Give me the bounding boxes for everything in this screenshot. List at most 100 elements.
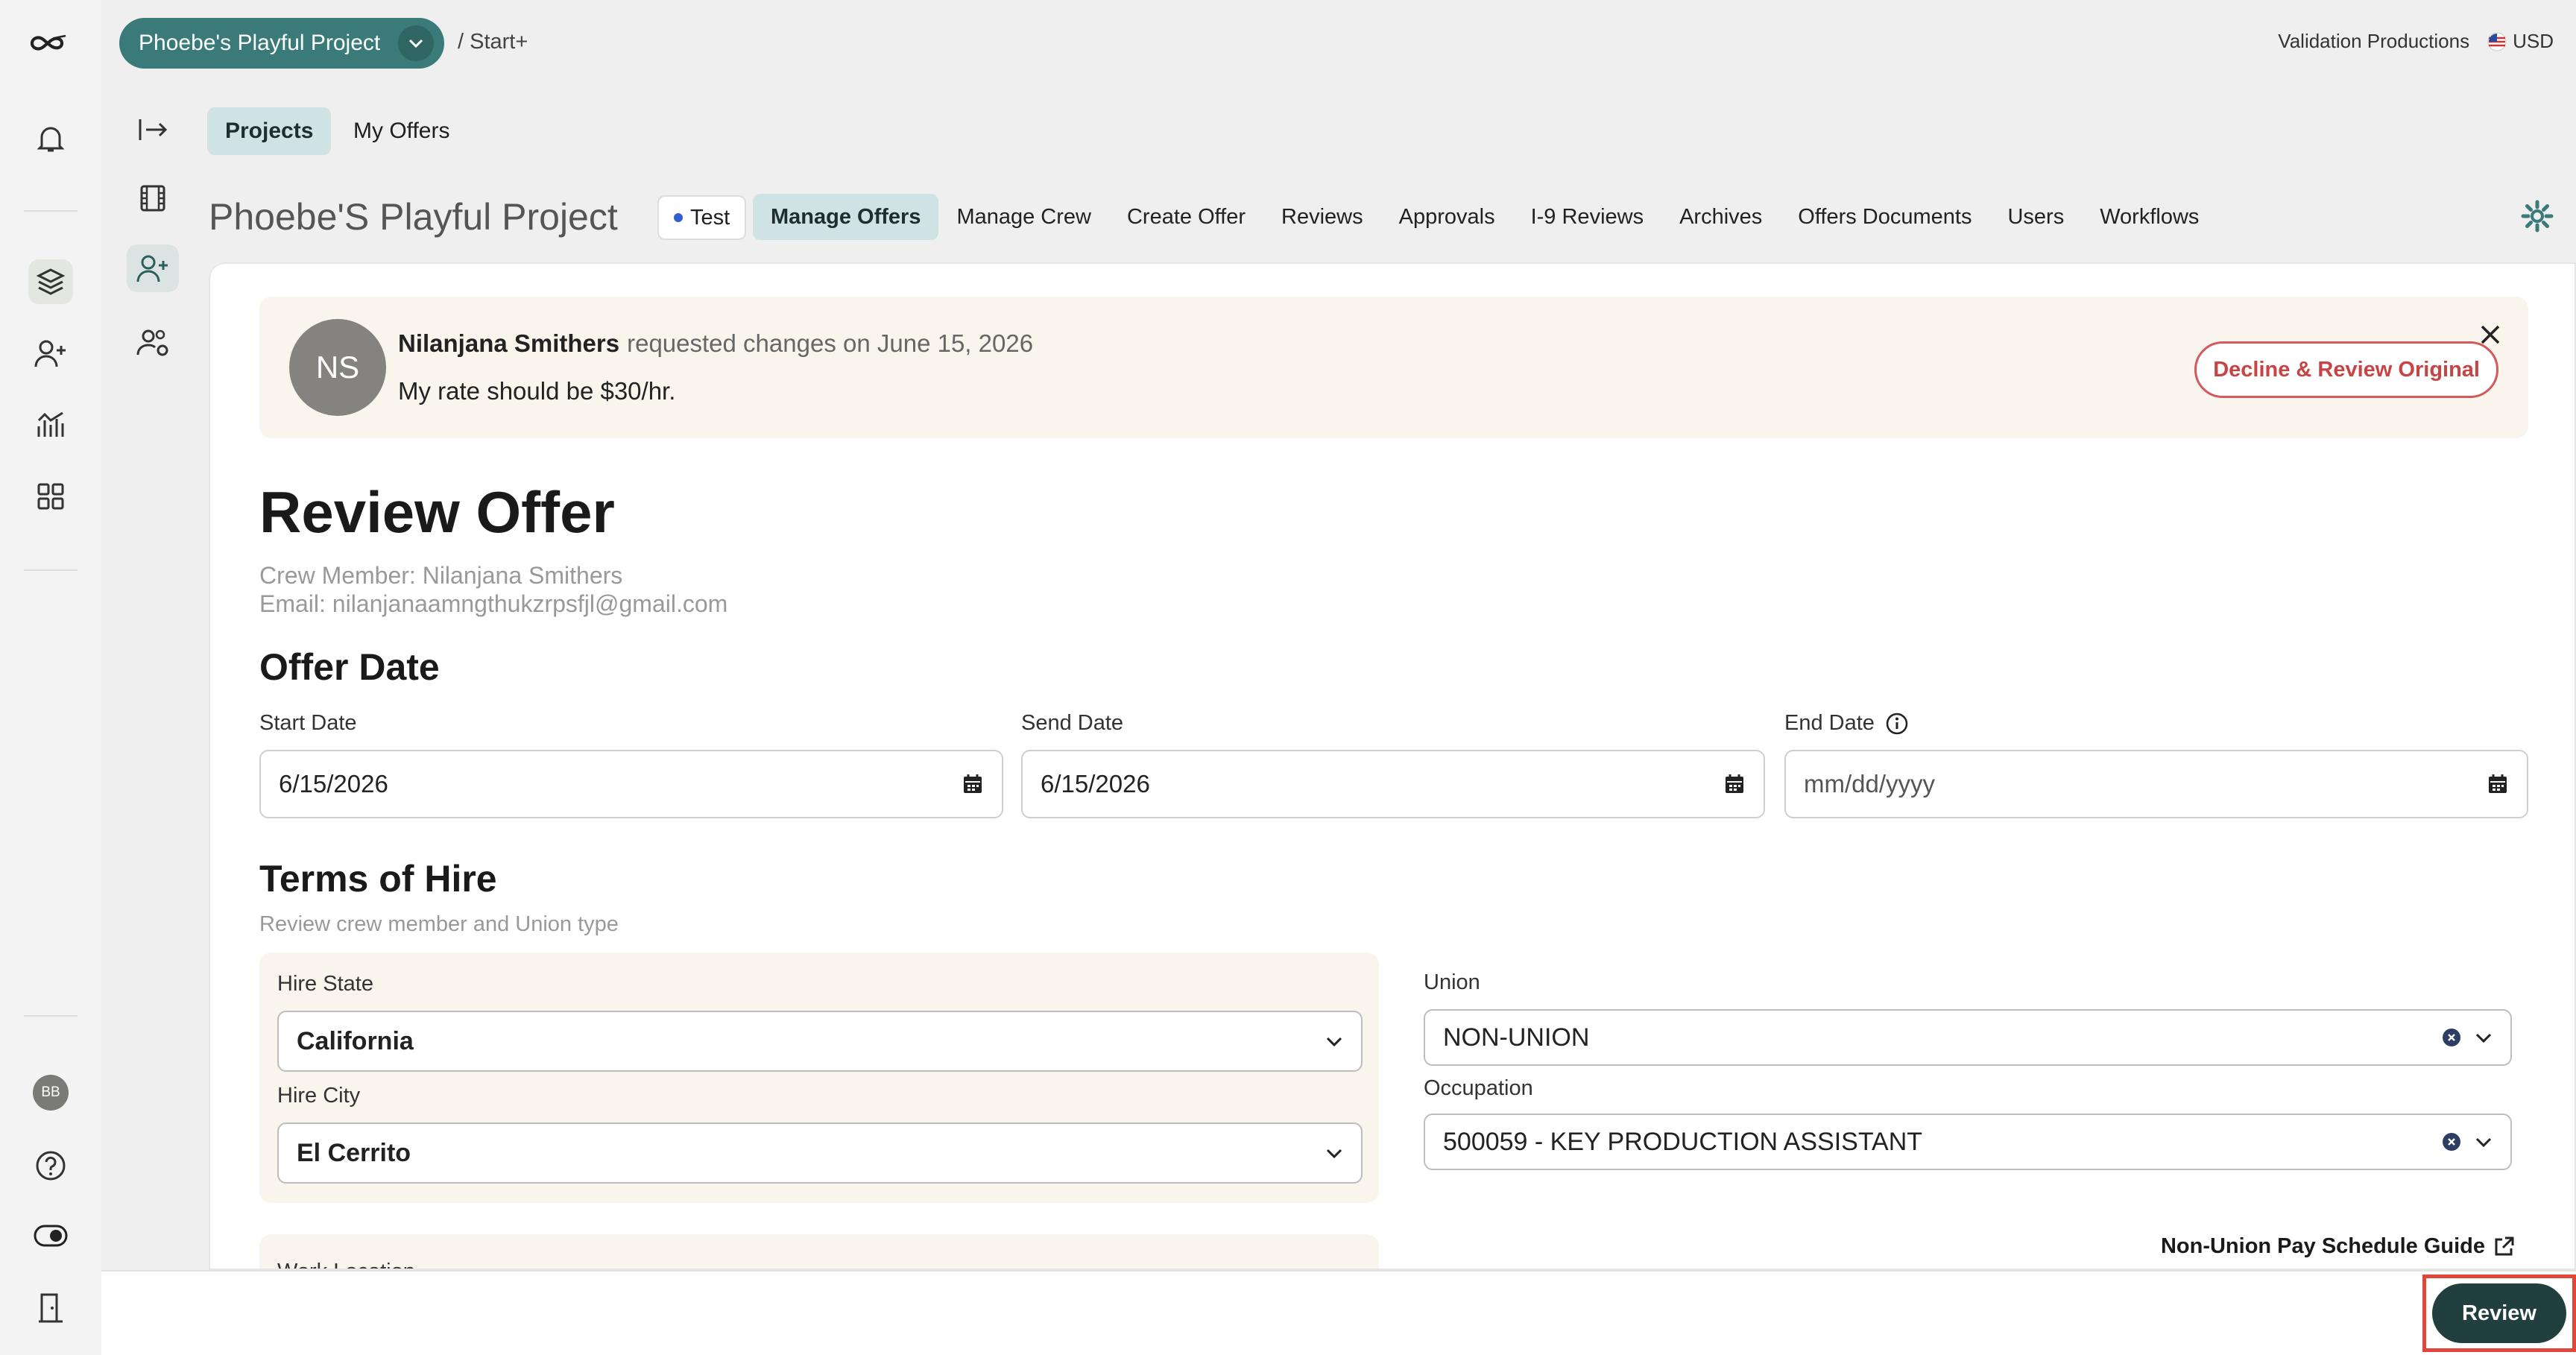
breadcrumb[interactable]: / Start+ — [458, 30, 528, 54]
help-icon[interactable] — [28, 1143, 73, 1188]
user-avatar[interactable]: BB — [33, 1075, 69, 1111]
bell-icon[interactable] — [28, 116, 73, 161]
analytics-icon[interactable] — [28, 402, 73, 447]
calendar-icon — [2489, 774, 2507, 793]
union-label: Union — [1424, 970, 1480, 995]
clear-icon[interactable] — [2442, 1028, 2461, 1047]
occupation-select[interactable]: 500059 - KEY PRODUCTION ASSISTANT — [1424, 1114, 2512, 1170]
tab-manage-crew[interactable]: Manage Crew — [938, 194, 1109, 240]
close-icon[interactable] — [2479, 323, 2501, 346]
tab-offers-documents[interactable]: Offers Documents — [1780, 194, 1989, 240]
end-date-label: End Date — [1784, 711, 1909, 736]
hire-state-label: Hire State — [277, 972, 373, 996]
start-date-label: Start Date — [259, 711, 357, 736]
currency-selector[interactable]: USD — [2487, 30, 2554, 53]
grid-apps-icon[interactable] — [28, 474, 73, 519]
hire-city-label: Hire City — [277, 1084, 360, 1108]
occupation-value: 500059 - KEY PRODUCTION ASSISTANT — [1443, 1127, 1923, 1156]
tab-my-offers[interactable]: My Offers — [335, 107, 467, 155]
hire-state-label-text: Hire State — [277, 972, 373, 996]
app-logo-icon[interactable] — [28, 21, 73, 66]
send-date-label-text: Send Date — [1021, 711, 1124, 735]
start-date-label-text: Start Date — [259, 711, 357, 735]
environment-chip-label: Test — [690, 205, 730, 230]
toggle-icon[interactable] — [28, 1213, 73, 1258]
terms-of-hire-heading: Terms of Hire — [259, 858, 497, 900]
bottom-action-bar — [101, 1270, 2576, 1355]
team-settings-icon[interactable] — [127, 319, 179, 367]
request-action: requested changes on June 15, 2026 — [627, 329, 1034, 357]
external-link-icon — [2495, 1236, 2514, 1255]
tab-users[interactable]: Users — [1989, 194, 2082, 240]
tab-manage-offers[interactable]: Manage Offers — [753, 194, 939, 240]
hire-location-panel: Hire State California Hire City El Cerri… — [259, 953, 1379, 1203]
union-label-text: Union — [1424, 970, 1480, 994]
project-switcher-label: Phoebe's Playful Project — [139, 31, 381, 55]
offer-date-heading: Offer Date — [259, 646, 440, 688]
hire-city-select[interactable]: El Cerrito — [277, 1122, 1363, 1184]
end-date-placeholder: mm/dd/yyyy — [1804, 770, 1936, 797]
start-date-input[interactable]: 6/15/2026 — [259, 750, 1003, 818]
hire-city-value: El Cerrito — [297, 1138, 411, 1167]
tab-workflows[interactable]: Workflows — [2082, 194, 2217, 240]
project-nav-tabs: Manage Offers Manage Crew Create Offer R… — [753, 194, 2217, 240]
rail-divider — [24, 210, 78, 212]
calendar-icon — [1726, 774, 1743, 793]
end-date-input[interactable]: mm/dd/yyyy — [1784, 750, 2528, 818]
pay-schedule-guide-link[interactable]: Non-Union Pay Schedule Guide — [2161, 1234, 2515, 1259]
crew-add-icon[interactable] — [127, 244, 179, 292]
tab-approvals[interactable]: Approvals — [1381, 194, 1513, 240]
decline-review-original-button[interactable]: Decline & Review Original — [2194, 341, 2498, 398]
info-icon — [1886, 713, 1908, 734]
review-offer-card: NS Nilanjana Smithers requested changes o… — [209, 262, 2576, 1270]
rail-divider — [24, 1015, 78, 1017]
union-select[interactable]: NON-UNION — [1424, 1009, 2512, 1066]
project-switcher[interactable]: Phoebe's Playful Project — [119, 18, 444, 69]
work-location-label-text: Work Location — [277, 1260, 415, 1269]
requester-name: Nilanjana Smithers — [398, 329, 620, 357]
hire-state-select[interactable]: California — [277, 1011, 1363, 1072]
top-right-info: Validation Productions USD — [2278, 30, 2554, 53]
send-date-value: 6/15/2026 — [1041, 770, 1150, 797]
review-button[interactable]: Review — [2432, 1283, 2566, 1343]
work-location-panel: Work Location — [259, 1234, 1379, 1269]
chevron-down-icon — [2475, 1033, 2492, 1043]
left-rail: BB — [0, 0, 101, 1355]
calendar-icon — [964, 774, 982, 793]
terms-of-hire-subtitle: Review crew member and Union type — [259, 912, 619, 936]
end-date-label-text: End Date — [1784, 711, 1875, 735]
start-date-value: 6/15/2026 — [279, 770, 388, 797]
chevron-down-icon — [2475, 1137, 2492, 1148]
layers-icon[interactable] — [28, 259, 73, 304]
film-icon[interactable] — [127, 174, 179, 222]
tab-reviews[interactable]: Reviews — [1263, 194, 1381, 240]
tab-archives[interactable]: Archives — [1661, 194, 1780, 240]
environment-chip[interactable]: Test — [657, 195, 747, 240]
work-location-label: Work Location — [277, 1260, 415, 1269]
tab-projects[interactable]: Projects — [207, 107, 332, 155]
occupation-label-text: Occupation — [1424, 1076, 1533, 1100]
exit-door-icon[interactable] — [28, 1285, 73, 1330]
chevron-down-icon — [398, 25, 434, 61]
pay-schedule-guide-label: Non-Union Pay Schedule Guide — [2160, 1234, 2485, 1258]
hire-state-value: California — [297, 1026, 414, 1055]
tab-i9-reviews[interactable]: I-9 Reviews — [1513, 194, 1662, 240]
crew-email-text: Email: nilanjanaamngthukzrpsfjl@gmail.co… — [259, 590, 728, 617]
company-name[interactable]: Validation Productions — [2278, 30, 2469, 53]
add-user-icon[interactable] — [28, 331, 73, 376]
send-date-label: Send Date — [1021, 711, 1123, 736]
change-request-banner: NS Nilanjana Smithers requested changes o… — [259, 297, 2528, 438]
clear-icon[interactable] — [2442, 1132, 2461, 1152]
currency-label: USD — [2513, 30, 2554, 52]
send-date-input[interactable]: 6/15/2026 — [1021, 750, 1765, 818]
gear-icon[interactable] — [2521, 200, 2554, 233]
tab-create-offer[interactable]: Create Offer — [1109, 194, 1263, 240]
chevron-down-icon — [1326, 1037, 1342, 1047]
chevron-down-icon — [1326, 1149, 1342, 1159]
collapse-sidebar-icon[interactable] — [127, 106, 179, 154]
status-dot — [674, 213, 683, 222]
occupation-label: Occupation — [1424, 1076, 1533, 1101]
us-flag-icon — [2487, 32, 2507, 51]
change-request-summary: Nilanjana Smithers requested changes on J… — [398, 329, 1033, 358]
requester-avatar: NS — [289, 319, 386, 416]
